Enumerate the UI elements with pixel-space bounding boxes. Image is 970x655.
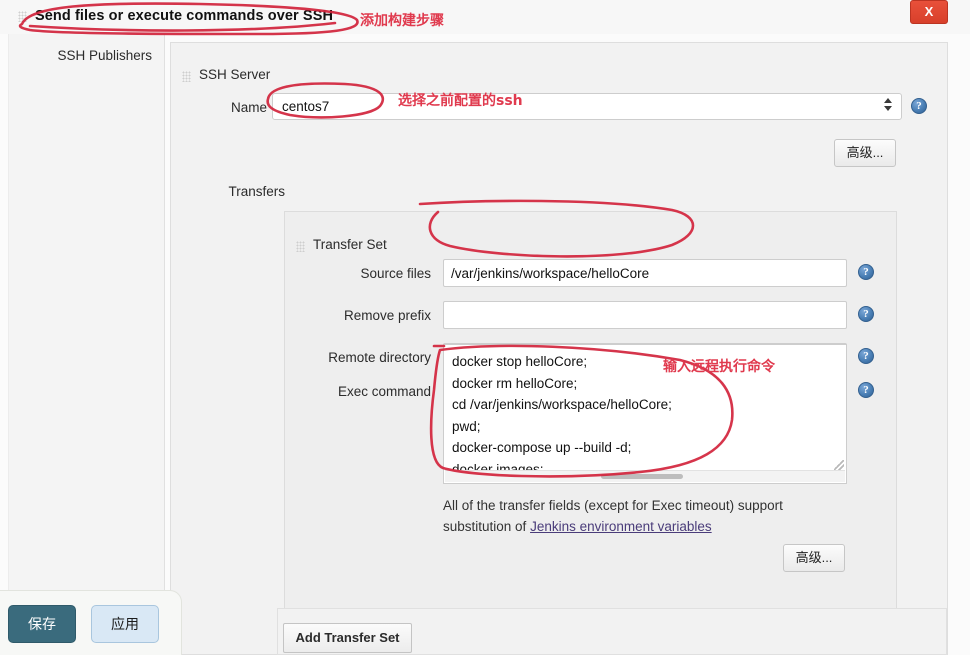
apply-button[interactable]: 应用 xyxy=(91,605,159,643)
help-icon-remove-prefix[interactable]: ? xyxy=(858,306,874,322)
page-body: SSH Publishers SSH Server Name centos7 ?… xyxy=(0,34,970,655)
form-action-bar: 保存 应用 xyxy=(0,590,182,655)
select-stepper-arrows-icon[interactable] xyxy=(884,98,893,117)
name-label: Name xyxy=(230,100,267,115)
remove-prefix-label: Remove prefix xyxy=(343,308,431,323)
exec-command-value: docker stop helloCore; docker rm helloCo… xyxy=(452,354,672,477)
add-transfer-set-button[interactable]: Add Transfer Set xyxy=(283,623,412,653)
exec-command-textarea[interactable]: docker stop helloCore; docker rm helloCo… xyxy=(443,344,847,484)
save-button[interactable]: 保存 xyxy=(8,605,76,643)
textarea-horizontal-scrollbar[interactable] xyxy=(445,470,845,482)
drag-grip-icon[interactable] xyxy=(18,11,27,22)
ssh-publishers-label: SSH Publishers xyxy=(57,48,152,63)
ssh-server-name-value: centos7 xyxy=(282,99,330,114)
transfers-label: Transfers xyxy=(228,184,285,199)
ssh-server-section-label: SSH Server xyxy=(199,67,271,82)
source-files-label: Source files xyxy=(360,266,431,281)
ssh-server-grip-icon[interactable] xyxy=(182,71,191,82)
build-step-title: Send files or execute commands over SSH xyxy=(35,8,334,24)
help-icon-source-files[interactable]: ? xyxy=(858,264,874,280)
help-icon-exec-command[interactable]: ? xyxy=(858,382,874,398)
app-root: Send files or execute commands over SSH … xyxy=(0,0,970,655)
transfer-set-label: Transfer Set xyxy=(313,237,387,252)
ssh-server-name-select[interactable]: centos7 xyxy=(272,93,902,120)
scrollbar-thumb[interactable] xyxy=(601,474,683,479)
advanced-button-bottom[interactable]: 高级... xyxy=(783,544,845,572)
jenkins-env-variables-link[interactable]: Jenkins environment variables xyxy=(530,519,712,534)
textarea-resize-grip-icon[interactable] xyxy=(834,460,844,470)
remote-directory-label: Remote directory xyxy=(328,350,431,365)
exec-command-label: Exec command xyxy=(337,384,431,399)
transfer-set-grip-icon[interactable] xyxy=(296,241,305,252)
help-icon-remote-directory[interactable]: ? xyxy=(858,348,874,364)
transfer-fields-description: All of the transfer fields (except for E… xyxy=(443,495,823,537)
source-files-input[interactable] xyxy=(443,259,847,287)
close-button[interactable]: X xyxy=(910,0,948,24)
left-label-column: SSH Publishers xyxy=(8,34,165,604)
help-icon-ssh-name[interactable]: ? xyxy=(911,98,927,114)
advanced-button-top[interactable]: 高级... xyxy=(834,139,896,167)
build-step-header: Send files or execute commands over SSH … xyxy=(0,0,970,35)
remove-prefix-input[interactable] xyxy=(443,301,847,329)
